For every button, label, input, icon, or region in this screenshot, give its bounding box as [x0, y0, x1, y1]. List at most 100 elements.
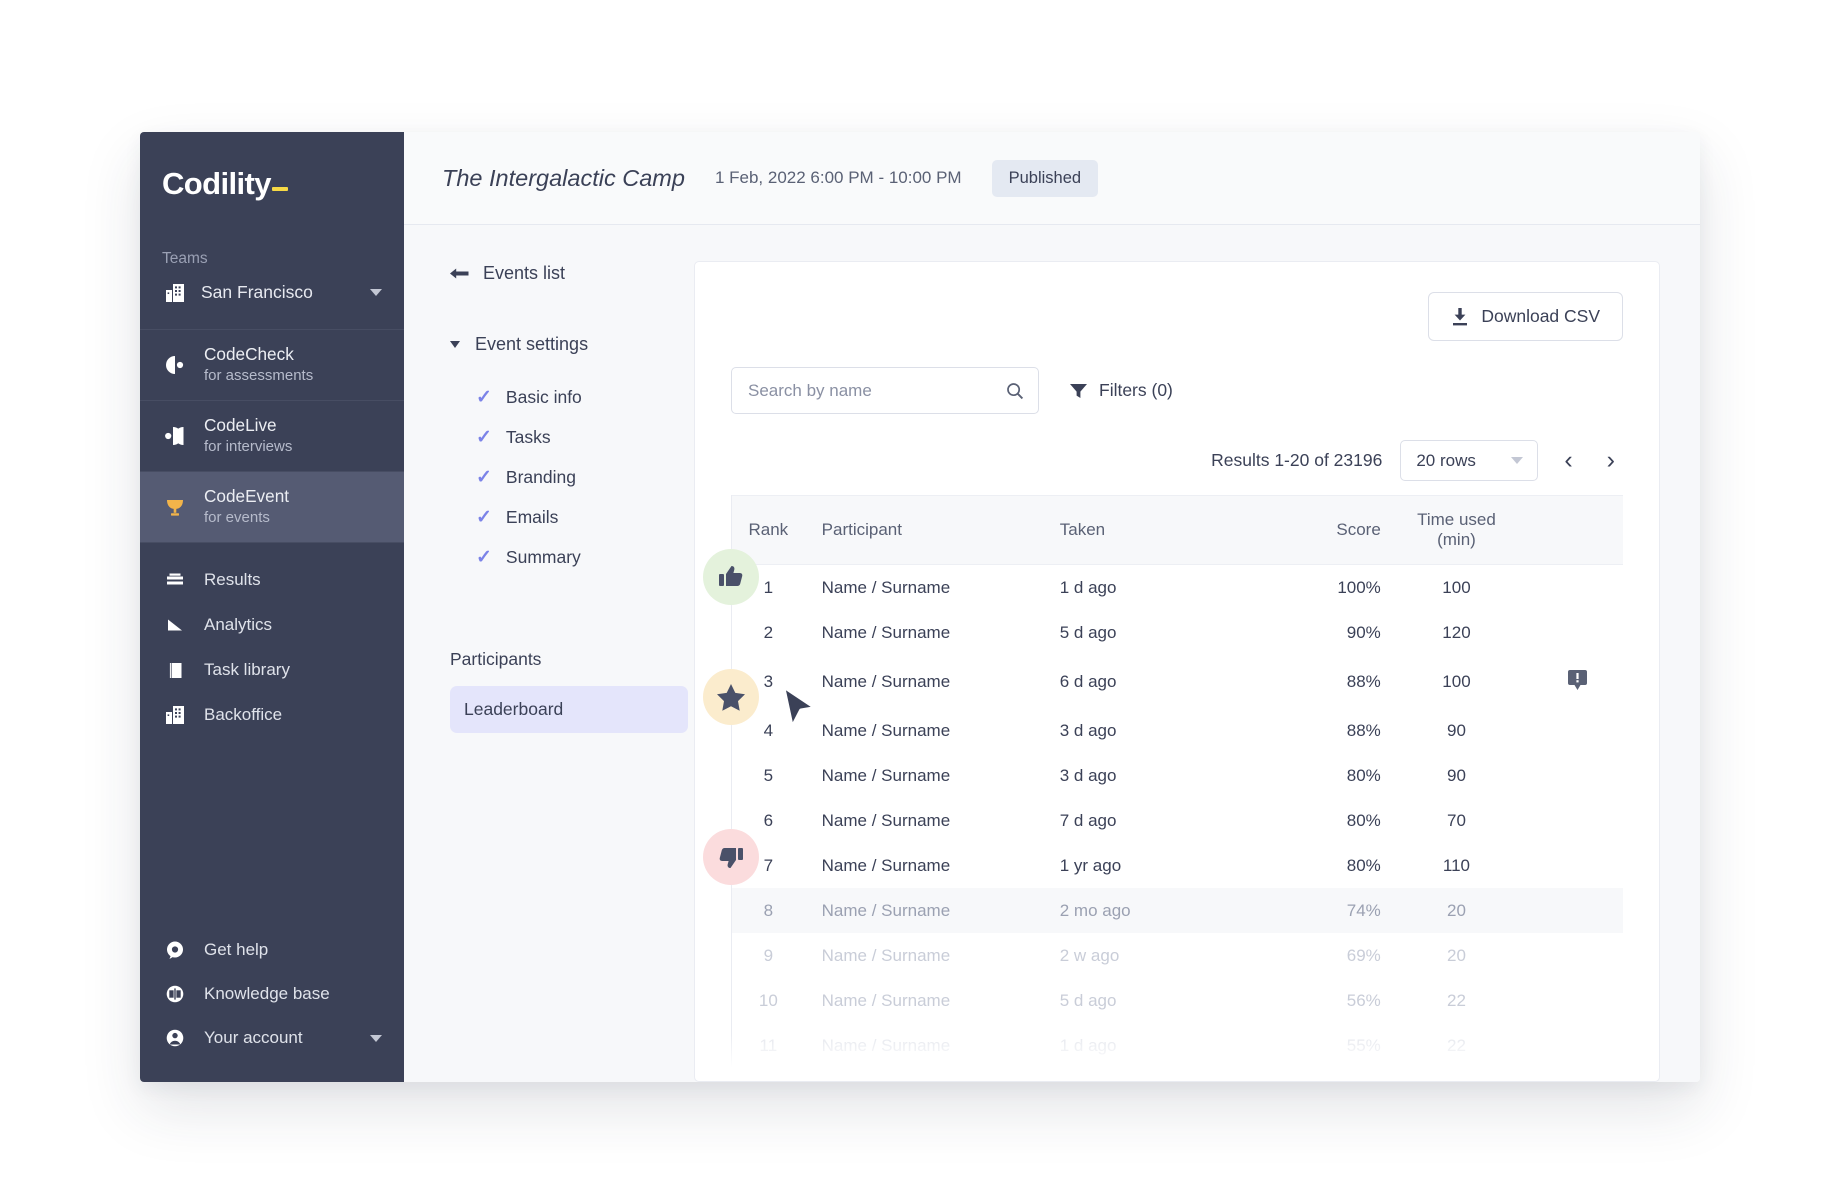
subnav-item-summary[interactable]: ✓ Summary	[450, 537, 694, 577]
cell-flag	[1532, 978, 1623, 1023]
column-header-participant[interactable]: Participant	[805, 495, 1038, 565]
table-row[interactable]: 10 Name / Surname 5 d ago 56% 22	[731, 978, 1623, 1023]
table-row[interactable]: 1 Name / Surname 1 d ago 100% 100	[731, 565, 1623, 611]
cell-score: 88%	[1346, 720, 1381, 740]
sidebar-item-analytics[interactable]: Analytics	[140, 602, 404, 647]
logo[interactable]: Codility	[162, 166, 288, 202]
next-page-button[interactable]: ›	[1599, 448, 1623, 473]
cell-taken: 2 w ago	[1059, 945, 1120, 965]
cell-participant: Name / Surname	[821, 671, 951, 691]
search-input[interactable]	[748, 380, 1006, 401]
sidebar-item-codeevent[interactable]: CodeEvent for events	[140, 472, 404, 543]
cell-time-used: 20	[1447, 945, 1466, 965]
cell-rank: 9	[763, 945, 774, 965]
chevron-down-icon	[450, 341, 460, 348]
content-wrap: Download CSV Filters (0)	[694, 225, 1700, 1082]
subnav-item-emails[interactable]: ✓ Emails	[450, 497, 694, 537]
sidebar-footer-nav: Get help Knowledge base Your account	[140, 928, 404, 1082]
column-header-score[interactable]: Score	[1229, 495, 1381, 565]
table-body: 1 Name / Surname 1 d ago 100% 100 2 Name / Sur…	[731, 565, 1623, 1069]
cell-time-used: 100	[1442, 671, 1471, 691]
cell-participant: Name / Surname	[821, 945, 951, 965]
chevron-down-icon[interactable]	[370, 1034, 382, 1042]
codecheck-icon	[162, 353, 188, 377]
table-row[interactable]: 11 Name / Surname 1 d ago 55% 22	[731, 1023, 1623, 1068]
filters-label: Filters (0)	[1099, 380, 1173, 400]
column-header-flag	[1532, 495, 1623, 565]
product-sub: for events	[204, 509, 270, 527]
subnav-item-branding[interactable]: ✓ Branding	[450, 457, 694, 497]
status-badge: Published	[991, 159, 1099, 197]
table-row[interactable]: 4 Name / Surname 3 d ago 88% 90	[731, 708, 1623, 753]
logo-underscore-icon	[271, 187, 288, 191]
table-row[interactable]: 9 Name / Surname 2 w ago 69% 20	[731, 933, 1623, 978]
sidebar-item-codelive[interactable]: CodeLive for interviews	[140, 401, 404, 472]
check-icon: ✓	[476, 546, 492, 568]
cell-rank: 8	[731, 888, 806, 933]
alert-icon[interactable]	[1566, 668, 1589, 691]
cell-time-used: 70	[1447, 810, 1466, 830]
product-sub: for interviews	[204, 438, 293, 456]
table-row[interactable]: 2 Name / Surname 5 d ago 90% 120	[731, 610, 1623, 655]
column-header-time-used[interactable]: Time used (min)	[1380, 495, 1533, 565]
cell-rank: 5	[763, 765, 774, 785]
column-header-taken[interactable]: Taken	[1037, 495, 1230, 565]
table-row[interactable]: 7 Name / Surname 1 yr ago 80% 110	[731, 843, 1623, 888]
sidebar-item-task-library[interactable]: Task library	[140, 647, 404, 692]
sidebar-item-results[interactable]: Results	[140, 557, 404, 602]
filters-button[interactable]: Filters (0)	[1069, 380, 1173, 401]
sidebar-item-your-account[interactable]: Your account	[140, 1016, 404, 1060]
table-row[interactable]: 6 Name / Surname 7 d ago 80% 70	[731, 798, 1623, 843]
subnav-item-tasks[interactable]: ✓ Tasks	[450, 417, 694, 457]
cell-taken: 5 d ago	[1059, 990, 1117, 1010]
product-name: CodeEvent	[204, 485, 290, 506]
star-icon	[717, 683, 745, 711]
cell-time-used: 110	[1442, 855, 1471, 875]
sidebar-item-get-help[interactable]: Get help	[140, 928, 404, 972]
cell-flag	[1532, 610, 1623, 655]
cell-taken: 1 d ago	[1059, 577, 1117, 597]
cell-time-used: 100	[1442, 577, 1471, 597]
team-selector[interactable]: San Francisco	[162, 282, 382, 303]
cell-flag	[1532, 888, 1623, 933]
cell-participant: Name / Surname	[821, 990, 951, 1010]
card-toolbar-top: Download CSV	[731, 292, 1623, 341]
cell-score: 80%	[1346, 765, 1381, 785]
teams-label: Teams	[162, 250, 208, 267]
event-settings-toggle[interactable]: Event settings	[450, 334, 694, 355]
table-head: Rank Participant Taken Score Time used (…	[731, 495, 1623, 565]
cell-flag[interactable]	[1532, 655, 1623, 708]
cell-rank: 2	[763, 622, 774, 642]
leaderboard-card: Download CSV Filters (0)	[694, 261, 1660, 1082]
cell-flag	[1532, 843, 1623, 888]
cell-flag	[1532, 753, 1623, 798]
search-box[interactable]	[731, 367, 1039, 414]
table-row[interactable]: 3 Name / Surname 6 d ago 88% 100	[731, 655, 1623, 708]
previous-page-button[interactable]: ‹	[1556, 448, 1580, 473]
chevron-down-icon[interactable]	[370, 289, 382, 296]
cell-participant: Name / Surname	[821, 1035, 951, 1055]
sidebar-item-codecheck[interactable]: CodeCheck for assessments	[140, 330, 404, 401]
download-csv-button[interactable]: Download CSV	[1428, 292, 1623, 341]
cell-time-used: 22	[1447, 990, 1466, 1010]
cell-rank: 11	[759, 1035, 778, 1055]
event-date: 1 Feb, 2022 6:00 PM - 10:00 PM	[714, 168, 962, 187]
subnav-item-basic-info[interactable]: ✓ Basic info	[450, 377, 694, 417]
table-row[interactable]: 8 Name / Surname 2 mo ago 74% 20	[731, 888, 1623, 933]
sidebar-item-backoffice[interactable]: Backoffice	[140, 692, 404, 737]
chevron-down-icon	[1511, 457, 1524, 464]
check-icon: ✓	[476, 426, 492, 448]
events-list-back-link[interactable]: Events list	[450, 263, 694, 284]
sidebar-item-results-label: Results	[204, 569, 261, 589]
sidebar-item-backoffice-label: Backoffice	[204, 704, 283, 724]
brand-block: Codility	[140, 132, 404, 250]
arrow-left-icon	[450, 268, 469, 279]
rows-per-page-select[interactable]: 20 rows	[1400, 440, 1539, 481]
subnav-item-leaderboard[interactable]: Leaderboard	[450, 686, 688, 733]
sidebar-item-knowledge-base[interactable]: Knowledge base	[140, 972, 404, 1016]
cell-score: 55%	[1346, 1035, 1381, 1055]
cell-flag	[1532, 565, 1623, 611]
filter-row: Filters (0)	[731, 367, 1623, 414]
book-open-icon	[162, 983, 188, 1005]
table-row[interactable]: 5 Name / Surname 3 d ago 80% 90	[731, 753, 1623, 798]
